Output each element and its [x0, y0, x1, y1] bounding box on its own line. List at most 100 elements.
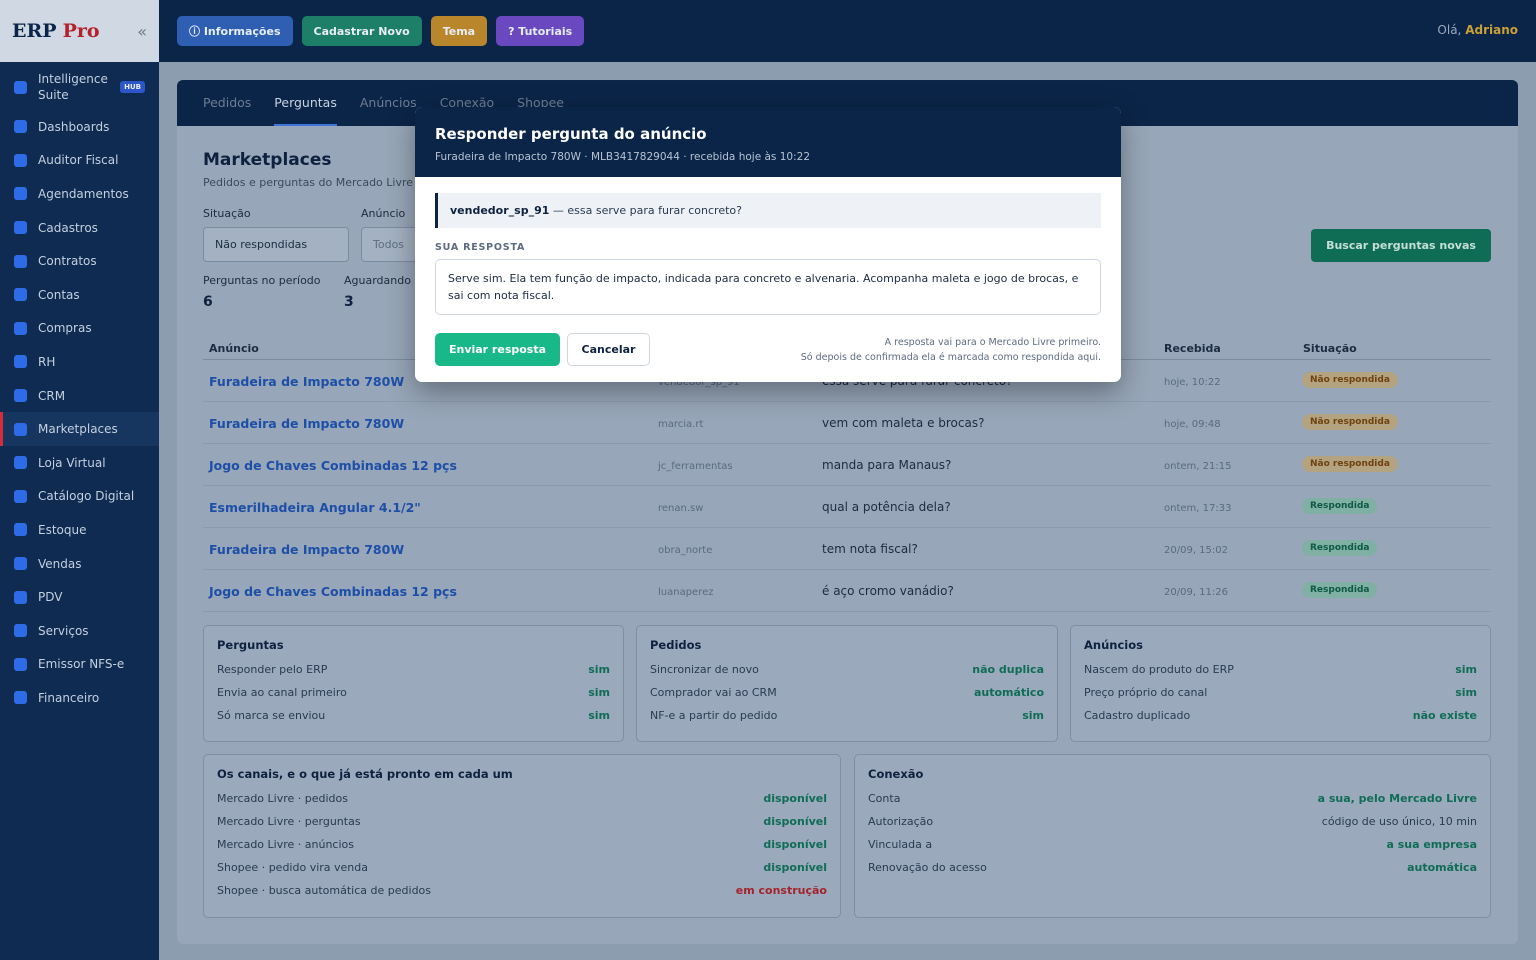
info-button[interactable]: ⓘ Informações: [177, 16, 293, 46]
sidebar-item-marketplaces[interactable]: Marketplaces: [0, 412, 159, 446]
table-row[interactable]: Jogo de Chaves Combinadas 12 pçs luanape…: [203, 570, 1491, 612]
sidebar-item-vendas[interactable]: Vendas: [0, 547, 159, 581]
tutoriais-button[interactable]: ? Tutoriais: [496, 16, 585, 46]
info-row: Shopee · busca automática de pedidos em c…: [217, 879, 827, 902]
row-ad-link[interactable]: Jogo de Chaves Combinadas 12 pçs: [209, 584, 457, 599]
info-key: Preço próprio do canal: [1084, 686, 1208, 699]
info-row: Sincronizar de novo não duplica: [650, 658, 1044, 681]
sidebar-item-crm[interactable]: CRM: [0, 379, 159, 413]
module-icon: [14, 489, 27, 503]
sidebar-item-label: RH: [38, 354, 56, 369]
row-ad-link[interactable]: Esmerilhadeira Angular 4.1/2": [209, 500, 421, 515]
logo-bar: ERP Pro «: [0, 0, 159, 62]
sidebar-item-catalogo-digital[interactable]: Catálogo Digital: [0, 480, 159, 514]
row-question: é aço cromo vanádio?: [822, 584, 954, 598]
tab-anuncios[interactable]: Anúncios: [360, 80, 417, 126]
sidebar-item-label: Marketplaces: [38, 422, 118, 437]
modal-header: Responder pergunta do anúncio Furadeira …: [415, 107, 1121, 177]
card-title: Perguntas: [217, 638, 284, 652]
modal-note-line: A resposta vai para o Mercado Livre prim…: [884, 337, 1101, 348]
sidebar-item-pdv[interactable]: PDV: [0, 580, 159, 614]
filter-situacao-select[interactable]: Não respondidas: [203, 227, 349, 262]
info-value: não existe: [1412, 709, 1477, 722]
sidebar-item-label: Loja Virtual: [38, 455, 106, 470]
info-key: Mercado Livre · perguntas: [217, 815, 361, 828]
greeting-text: Olá,: [1437, 23, 1462, 37]
question-text: — essa serve para furar concreto?: [549, 204, 742, 217]
row-ad-link[interactable]: Furadeira de Impacto 780W: [209, 542, 404, 557]
sidebar-item-auditor-fiscal[interactable]: Auditor Fiscal: [0, 144, 159, 178]
sidebar-item-compras[interactable]: Compras: [0, 312, 159, 346]
answer-question-modal: Responder pergunta do anúncio Furadeira …: [415, 107, 1121, 382]
logo-accent: Pro: [62, 20, 100, 42]
tema-button[interactable]: Tema: [430, 16, 488, 46]
sidebar-item-financeiro[interactable]: Financeiro: [0, 681, 159, 715]
module-icon: [14, 120, 27, 134]
card-title: Conexão: [868, 767, 924, 781]
info-row: Nascem do produto do ERP sim: [1084, 658, 1477, 681]
info-key: Responder pelo ERP: [217, 663, 328, 676]
user-greeting: Olá, Adriano: [1437, 23, 1518, 37]
card-title: Pedidos: [650, 638, 702, 652]
sidebar-item-rh[interactable]: RH: [0, 345, 159, 379]
hub-badge: HUB: [120, 81, 145, 93]
cancel-button[interactable]: Cancelar: [567, 333, 650, 366]
answer-textarea[interactable]: Serve sim. Ela tem função de impacto, in…: [435, 259, 1101, 315]
sidebar-item-contratos[interactable]: Contratos: [0, 244, 159, 278]
collapse-sidebar-icon[interactable]: «: [137, 22, 147, 41]
info-key: Shopee · busca automática de pedidos: [217, 884, 432, 897]
user-name[interactable]: Adriano: [1465, 23, 1518, 37]
row-time: 20/09, 11:26: [1164, 587, 1228, 598]
info-row: Só marca se enviou sim: [217, 704, 610, 727]
card-title: Anúncios: [1084, 638, 1143, 652]
info-key: Mercado Livre · anúncios: [217, 838, 354, 851]
info-row: Mercado Livre · pedidos disponível: [217, 787, 827, 810]
row-ad-link[interactable]: Jogo de Chaves Combinadas 12 pçs: [209, 458, 457, 473]
sidebar-item-dashboards[interactable]: Dashboards: [0, 110, 159, 144]
col-recebida: Recebida: [1164, 342, 1221, 355]
sidebar-item-emissor-nfse[interactable]: Emissor NFS-e: [0, 648, 159, 682]
module-icon: [14, 557, 27, 571]
sidebar-item-label: Contratos: [38, 254, 97, 269]
info-row: Envia ao canal primeiro sim: [217, 681, 610, 704]
sidebar-item-label: Vendas: [38, 556, 82, 571]
table-row[interactable]: Esmerilhadeira Angular 4.1/2" renan.sw q…: [203, 486, 1491, 528]
send-answer-button[interactable]: Enviar resposta: [435, 333, 560, 366]
info-key: Vinculada a: [868, 838, 933, 851]
card-title: Os canais, e o que já está pronto em cad…: [217, 767, 513, 781]
stat-perguntas-value: 6: [203, 294, 213, 310]
sidebar-item-loja-virtual[interactable]: Loja Virtual: [0, 446, 159, 480]
row-ad-link[interactable]: Furadeira de Impacto 780W: [209, 374, 404, 389]
sidebar-item-agendamentos[interactable]: Agendamentos: [0, 177, 159, 211]
sidebar-item-cadastros[interactable]: Cadastros: [0, 211, 159, 245]
info-value: disponível: [763, 815, 827, 828]
sidebar-item-label: Agendamentos: [38, 186, 129, 201]
row-ad-link[interactable]: Furadeira de Impacto 780W: [209, 416, 404, 431]
sidebar-item-intelligence-suite[interactable]: Intelligence Suite HUB: [0, 64, 159, 110]
page-subtitle: Pedidos e perguntas do Mercado Livre e: [203, 176, 424, 189]
info-key: Envia ao canal primeiro: [217, 686, 347, 699]
row-question: tem nota fiscal?: [822, 542, 918, 556]
info-key: Cadastro duplicado: [1084, 709, 1191, 722]
cadastrar-novo-button[interactable]: Cadastrar Novo: [301, 16, 422, 46]
table-row[interactable]: Furadeira de Impacto 780W marcia.rt vem …: [203, 402, 1491, 444]
info-card-perguntas: Perguntas Responder pelo ERP sim Envia ao…: [203, 625, 624, 742]
stat-aguardando-label: Aguardando: [344, 274, 411, 287]
sidebar-item-servicos[interactable]: Serviços: [0, 614, 159, 648]
sidebar-item-label: Financeiro: [38, 690, 100, 705]
tab-pedidos[interactable]: Pedidos: [203, 80, 251, 126]
info-card-pedidos: Pedidos Sincronizar de novo não duplica C…: [636, 625, 1058, 742]
tab-perguntas[interactable]: Perguntas: [274, 80, 337, 126]
sidebar-item-contas[interactable]: Contas: [0, 278, 159, 312]
table-row[interactable]: Jogo de Chaves Combinadas 12 pçs jc_ferr…: [203, 444, 1491, 486]
sidebar: ERP Pro « Intelligence Suite HUB Dashboard…: [0, 0, 159, 960]
buscar-perguntas-button[interactable]: Buscar perguntas novas: [1311, 229, 1491, 262]
row-time: hoje, 10:22: [1164, 377, 1221, 388]
sidebar-item-estoque[interactable]: Estoque: [0, 513, 159, 547]
row-question: vem com maleta e brocas?: [822, 416, 985, 430]
module-icon: [14, 456, 27, 470]
info-row: Vinculada a a sua empresa: [868, 833, 1477, 856]
table-row[interactable]: Furadeira de Impacto 780W obra_norte tem…: [203, 528, 1491, 570]
row-buyer: luanaperez: [658, 587, 714, 598]
info-value: disponível: [763, 838, 827, 851]
